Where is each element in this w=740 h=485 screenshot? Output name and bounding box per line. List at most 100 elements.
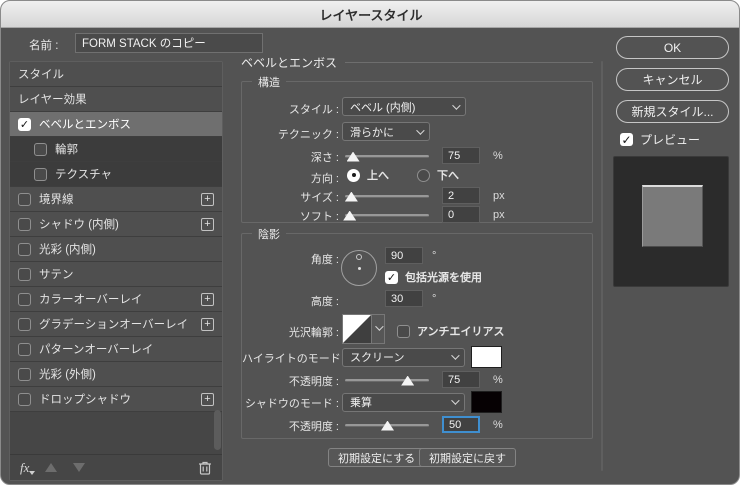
bevel-emboss-checkbox[interactable]: ✓: [18, 117, 31, 131]
sidebar-item-styles[interactable]: スタイル: [10, 62, 222, 87]
sidebar-item-gradient-overlay[interactable]: グラデーションオーバーレイ +: [10, 312, 222, 337]
layer-style-dialog: レイヤースタイル 名前 : OK キャンセル 新規スタイル... ✓ プレビュー…: [0, 0, 740, 485]
color-overlay-checkbox[interactable]: [18, 292, 31, 306]
direction-label: 方向 :: [310, 173, 339, 185]
structure-group: 構造 スタイル : ベベル (内側) テクニック : 滑らかに 深さ : 75 …: [241, 74, 593, 223]
direction-down-radio[interactable]: [417, 168, 430, 182]
anti-alias-toggle[interactable]: アンチエイリアス: [397, 323, 505, 339]
add-stroke-icon[interactable]: +: [201, 192, 214, 206]
ok-button[interactable]: OK: [616, 36, 729, 59]
gradient-overlay-checkbox[interactable]: [18, 317, 31, 331]
depth-slider[interactable]: [345, 150, 429, 162]
highlight-opacity-slider[interactable]: [345, 374, 429, 386]
gloss-contour-thumbnail[interactable]: [342, 314, 372, 344]
effects-list-empty-area: [10, 412, 222, 454]
style-name-input[interactable]: [75, 33, 263, 53]
altitude-label: 高度 :: [310, 296, 339, 308]
chevron-down-icon: [451, 351, 460, 360]
add-drop-shadow-icon[interactable]: +: [201, 392, 214, 406]
sidebar-item-inner-glow[interactable]: 光彩 (内側): [10, 237, 222, 262]
inner-shadow-checkbox[interactable]: [18, 217, 31, 231]
cancel-button[interactable]: キャンセル: [616, 68, 729, 91]
size-label: サイズ :: [300, 192, 339, 204]
preview-checkbox[interactable]: ✓: [620, 133, 633, 147]
new-style-button[interactable]: 新規スタイル...: [616, 100, 729, 123]
sidebar-item-drop-shadow[interactable]: ドロップシャドウ +: [10, 387, 222, 412]
preview-label: プレビュー: [640, 133, 701, 147]
shadow-color-swatch[interactable]: [471, 391, 502, 413]
altitude-field[interactable]: 30: [385, 290, 423, 307]
outer-glow-checkbox[interactable]: [18, 367, 31, 381]
inner-glow-checkbox[interactable]: [18, 242, 31, 256]
shadow-opacity-slider[interactable]: [345, 419, 429, 431]
chevron-down-icon: [451, 396, 460, 405]
shadow-opacity-field[interactable]: 50: [442, 416, 480, 433]
make-default-button[interactable]: 初期設定にする: [328, 448, 426, 467]
sidebar-item-satin[interactable]: サテン: [10, 262, 222, 287]
anti-alias-checkbox[interactable]: [397, 324, 410, 338]
angle-dial[interactable]: [341, 250, 377, 286]
sidebar-item-stroke[interactable]: 境界線 +: [10, 187, 222, 212]
angle-label: 角度 :: [310, 254, 339, 266]
effects-list-toolbar: fx: [10, 454, 222, 480]
style-preview-bevel-square: [642, 185, 703, 247]
angle-dial-center: [358, 267, 361, 270]
effects-list-panel: スタイル レイヤー効果 ✓ ベベルとエンボス 輪郭 テクスチャ 境界線 + シャ…: [9, 61, 223, 481]
fx-menu-icon[interactable]: fx: [20, 460, 37, 476]
preview-toggle[interactable]: ✓ プレビュー: [620, 131, 700, 148]
direction-up-radio[interactable]: [347, 168, 360, 182]
sidebar-item-outer-glow[interactable]: 光彩 (外側): [10, 362, 222, 387]
soften-slider[interactable]: [343, 209, 429, 221]
size-slider[interactable]: [344, 190, 429, 202]
sidebar-scrollbar[interactable]: [214, 410, 221, 450]
use-global-light-toggle[interactable]: ✓ 包括光源を使用: [385, 269, 482, 285]
chevron-down-icon: [416, 125, 425, 135]
shading-legend: 陰影: [252, 226, 286, 242]
delete-effect-icon[interactable]: [198, 460, 212, 475]
window-titlebar[interactable]: レイヤースタイル: [1, 1, 739, 28]
size-field[interactable]: 2: [442, 187, 480, 204]
satin-checkbox[interactable]: [18, 267, 31, 281]
sidebar-item-texture[interactable]: テクスチャ: [10, 162, 222, 187]
shading-group: 陰影 角度 : 90 ° ✓ 包括光源を使用 高度 : 30 ° 光沢輪郭 : …: [241, 226, 593, 439]
sidebar-item-contour[interactable]: 輪郭: [10, 137, 222, 162]
highlight-opacity-label: 不透明度 :: [288, 376, 339, 388]
angle-field[interactable]: 90: [385, 247, 423, 264]
shadow-mode-label: シャドウのモード :: [244, 398, 339, 410]
add-gradient-overlay-icon[interactable]: +: [201, 317, 214, 331]
shadow-mode-select[interactable]: 乗算: [342, 392, 465, 412]
highlight-opacity-field[interactable]: 75: [442, 371, 480, 388]
reset-default-button[interactable]: 初期設定に戻す: [419, 448, 516, 467]
sidebar-item-blending-options[interactable]: レイヤー効果: [10, 87, 222, 112]
drop-shadow-checkbox[interactable]: [18, 392, 31, 406]
soften-label: ソフト :: [299, 211, 339, 223]
window-title: レイヤースタイル: [319, 7, 423, 23]
sidebar-item-inner-shadow[interactable]: シャドウ (内側) +: [10, 212, 222, 237]
technique-label: テクニック :: [277, 129, 339, 141]
sidebar-item-pattern-overlay[interactable]: パターンオーバーレイ: [10, 337, 222, 362]
angle-dial-marker[interactable]: [356, 254, 362, 260]
gloss-contour-picker[interactable]: [372, 314, 385, 344]
style-label: スタイル :: [288, 104, 339, 116]
move-effect-up-icon[interactable]: [45, 463, 58, 472]
add-color-overlay-icon[interactable]: +: [201, 292, 214, 306]
technique-select[interactable]: 滑らかに: [342, 122, 430, 141]
pattern-overlay-checkbox[interactable]: [18, 342, 31, 356]
highlight-mode-select[interactable]: スクリーン: [342, 347, 465, 367]
bevel-style-select[interactable]: ベベル (内側): [342, 97, 466, 116]
sidebar-item-bevel-emboss[interactable]: ✓ ベベルとエンボス: [10, 112, 222, 137]
texture-checkbox[interactable]: [34, 167, 47, 181]
stroke-checkbox[interactable]: [18, 192, 31, 206]
contour-checkbox[interactable]: [34, 142, 47, 156]
soften-field[interactable]: 0: [442, 206, 480, 223]
global-light-checkbox[interactable]: ✓: [385, 270, 398, 284]
highlight-color-swatch[interactable]: [471, 346, 502, 368]
highlight-mode-label: ハイライトのモード :: [242, 353, 347, 365]
depth-field[interactable]: 75: [442, 147, 480, 164]
gloss-contour-label: 光沢輪郭 :: [288, 327, 339, 339]
name-label: 名前 :: [29, 40, 59, 52]
depth-label: 深さ :: [310, 152, 339, 164]
sidebar-item-color-overlay[interactable]: カラーオーバーレイ +: [10, 287, 222, 312]
add-inner-shadow-icon[interactable]: +: [201, 217, 214, 231]
move-effect-down-icon[interactable]: [73, 463, 86, 472]
